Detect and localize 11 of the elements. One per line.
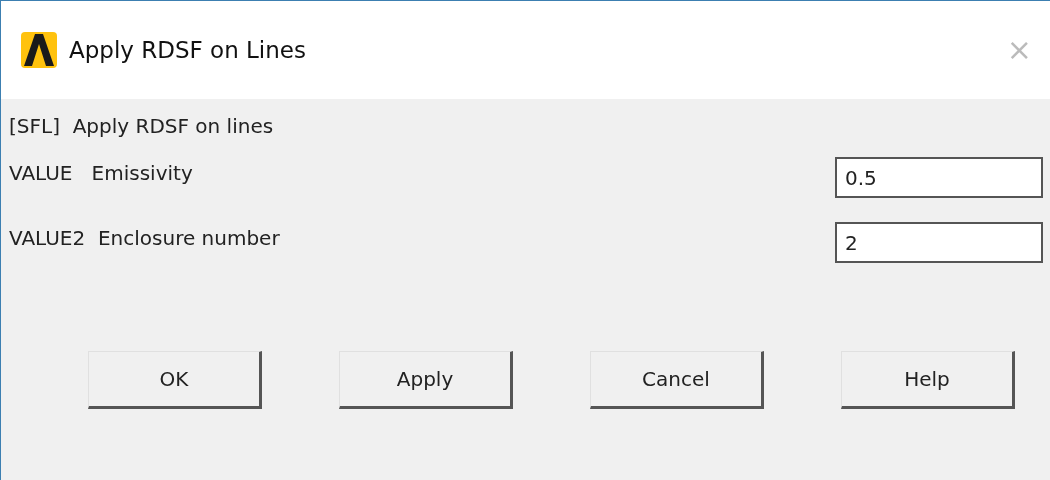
input-field[interactable]: 2 xyxy=(835,222,1043,263)
app-logo-icon xyxy=(21,32,57,68)
command-label: [SFL] Apply RDSF on lines xyxy=(9,113,275,140)
dialog-button[interactable]: Help xyxy=(841,351,1015,409)
field-label: VALUE2 Enclosure number xyxy=(9,224,280,252)
dialog-button[interactable]: OK xyxy=(88,351,262,409)
dialog-button[interactable]: Cancel xyxy=(590,351,764,409)
dialog-button[interactable]: Apply xyxy=(339,351,513,409)
field-label: VALUE Emissivity xyxy=(9,159,193,187)
window-title: Apply RDSF on Lines xyxy=(69,35,306,65)
input-field[interactable]: 0.5 xyxy=(835,157,1043,198)
